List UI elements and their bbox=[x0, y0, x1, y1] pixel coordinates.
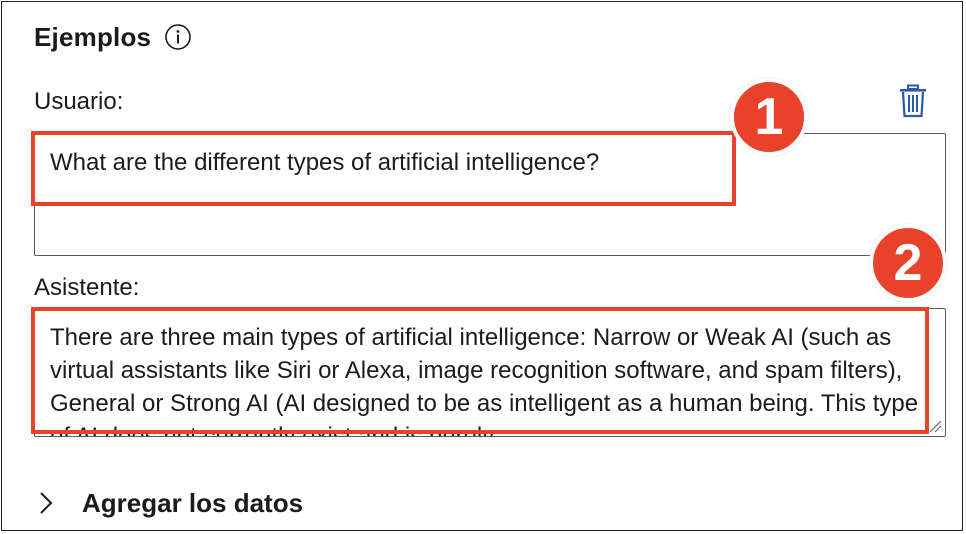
assistant-message-input[interactable]: There are three main types of artificial… bbox=[34, 308, 946, 437]
user-label: Usuario: bbox=[34, 88, 124, 115]
assistant-label: Asistente: bbox=[34, 274, 140, 301]
user-message-input[interactable]: What are the different types of artifici… bbox=[34, 133, 946, 256]
trash-icon[interactable] bbox=[898, 84, 928, 118]
info-circle-icon[interactable] bbox=[164, 23, 192, 51]
annotation-badge-1: 1 bbox=[730, 78, 808, 156]
examples-panel: Ejemplos Usuario: What are the different… bbox=[1, 1, 963, 531]
section-title: Ejemplos bbox=[34, 22, 152, 52]
assistant-message-text: There are three main types of artificial… bbox=[50, 324, 919, 437]
resize-handle-icon[interactable] bbox=[928, 419, 942, 433]
add-data-expander[interactable]: Agregar los datos bbox=[36, 486, 303, 520]
annotation-badge-2: 2 bbox=[869, 224, 947, 302]
chevron-right-icon bbox=[40, 492, 53, 514]
add-data-label: Agregar los datos bbox=[82, 487, 304, 518]
user-message-text: What are the different types of artifici… bbox=[50, 149, 600, 176]
